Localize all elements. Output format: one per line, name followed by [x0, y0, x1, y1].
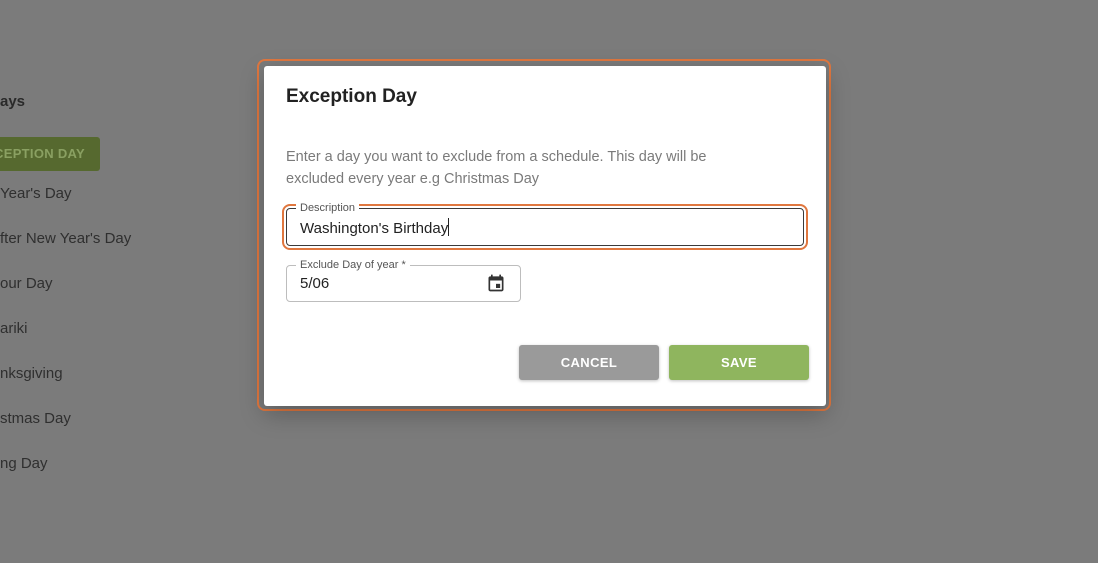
list-item: Year's Day — [0, 185, 72, 202]
list-item: stmas Day — [0, 410, 71, 427]
list-item: fter New Year's Day — [0, 230, 132, 247]
description-field[interactable]: Description Washington's Birthday — [286, 201, 804, 246]
list-item: our Day — [0, 275, 53, 292]
list-item: ariki — [0, 320, 28, 337]
section-title: ays — [0, 93, 26, 110]
exclude-day-field[interactable]: Exclude Day of year * 5/06 — [286, 258, 521, 302]
dialog-title: Exception Day — [286, 86, 417, 107]
exclude-day-input[interactable]: 5/06 — [300, 275, 329, 292]
description-input[interactable]: Washington's Birthday — [300, 220, 448, 237]
add-exception-day-button: CEPTION DAY — [0, 137, 100, 171]
exception-day-dialog: Exception Day Enter a day you want to ex… — [264, 66, 826, 406]
list-item: nksgiving — [0, 365, 63, 382]
description-label: Description — [296, 201, 360, 215]
calendar-icon[interactable] — [486, 273, 506, 293]
cancel-button[interactable]: CANCEL — [519, 345, 659, 380]
exclude-day-label: Exclude Day of year * — [296, 258, 410, 272]
list-item: ng Day — [0, 455, 48, 472]
text-cursor — [448, 218, 450, 236]
save-button[interactable]: SAVE — [669, 345, 809, 380]
dialog-description: Enter a day you want to exclude from a s… — [286, 149, 707, 187]
